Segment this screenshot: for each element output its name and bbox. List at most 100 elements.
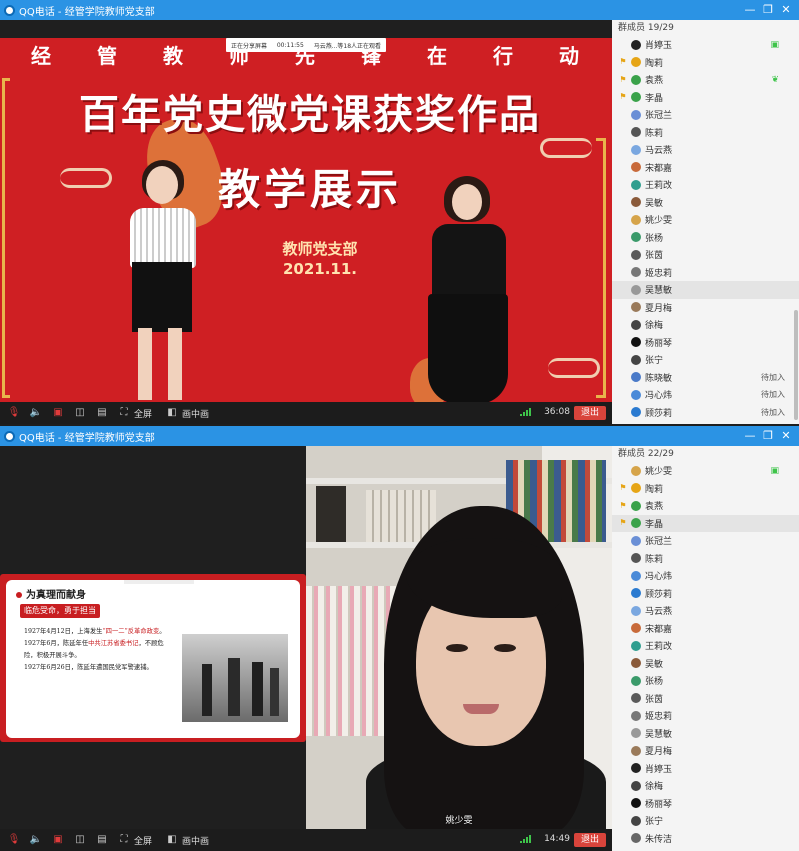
mic-muted-icon[interactable]: 🎙 bbox=[6, 406, 22, 420]
avatar bbox=[631, 500, 641, 511]
badge-spacer bbox=[618, 693, 628, 703]
member-row[interactable]: 陈莉 bbox=[612, 550, 799, 568]
member-row[interactable]: 杨丽琴 bbox=[612, 334, 799, 352]
member-row[interactable]: 顾莎莉 bbox=[612, 585, 799, 603]
member-row[interactable]: 宋都嘉 bbox=[612, 620, 799, 638]
avatar bbox=[631, 833, 641, 844]
pip-icon[interactable]: ◧ bbox=[164, 833, 180, 847]
avatar bbox=[631, 675, 641, 686]
member-row[interactable]: 冯心炜 bbox=[612, 567, 799, 585]
eye bbox=[446, 644, 468, 652]
member-row[interactable]: 姬忠莉 bbox=[612, 707, 799, 725]
member-name: 马云燕 bbox=[645, 607, 673, 618]
pip-button[interactable]: 画中画 bbox=[182, 834, 209, 847]
fullscreen-button[interactable]: 全屏 bbox=[134, 834, 152, 847]
camera-off-icon[interactable]: ▣ bbox=[50, 406, 66, 420]
exit-call-button[interactable]: 退出 bbox=[574, 406, 606, 420]
member-row[interactable]: 张冠兰 bbox=[612, 532, 799, 550]
screen-share-icon[interactable]: ◫ bbox=[72, 833, 88, 847]
member-row[interactable]: 王莉改 bbox=[612, 637, 799, 655]
member-list-scrollbar[interactable] bbox=[794, 310, 798, 420]
minimize-icon[interactable]: — bbox=[741, 2, 759, 18]
pip-button[interactable]: 画中画 bbox=[182, 407, 209, 420]
member-row[interactable]: 张宁 bbox=[612, 351, 799, 369]
member-name: 姬忠莉 bbox=[645, 712, 673, 723]
fullscreen-icon[interactable]: ⛶ bbox=[116, 406, 132, 420]
member-row[interactable]: 宋都嘉 bbox=[612, 159, 799, 177]
member-row[interactable]: 吴敏 bbox=[612, 194, 799, 212]
member-row[interactable]: 王莉改 bbox=[612, 176, 799, 194]
screen-share-icon[interactable]: ◫ bbox=[72, 406, 88, 420]
member-row[interactable]: 陈晓敏 待加入 bbox=[612, 369, 799, 387]
present-icon[interactable]: ▤ bbox=[94, 833, 110, 847]
member-row[interactable]: 冯心炜 待加入 bbox=[612, 386, 799, 404]
member-row[interactable]: 徐梅 bbox=[612, 316, 799, 334]
member-name: 夏月梅 bbox=[645, 303, 673, 314]
member-row[interactable]: 徐梅 bbox=[612, 777, 799, 795]
top-word: 经 bbox=[31, 44, 53, 68]
member-row[interactable]: 张冠兰 bbox=[612, 106, 799, 124]
member-row[interactable]: 吴慧敏 bbox=[612, 281, 799, 299]
member-row[interactable]: 马云燕 bbox=[612, 602, 799, 620]
avatar bbox=[631, 284, 641, 295]
badge-spacer bbox=[618, 658, 628, 668]
historical-photo bbox=[182, 634, 288, 722]
member-row[interactable]: ⚑ 袁燕 ❦ bbox=[612, 71, 799, 89]
speaker-icon[interactable]: 🔈 bbox=[28, 833, 44, 847]
slide-heading: 为真理而献身 bbox=[16, 586, 86, 601]
avatar bbox=[631, 728, 641, 739]
slide-line: 险，积极开展斗争。 bbox=[24, 652, 81, 659]
avatar bbox=[631, 354, 641, 365]
camera-off-icon[interactable]: ▣ bbox=[50, 833, 66, 847]
badge-spacer bbox=[618, 466, 628, 476]
avatar bbox=[631, 815, 641, 826]
member-row[interactable]: 马云燕 bbox=[612, 141, 799, 159]
member-row[interactable]: 张杨 bbox=[612, 229, 799, 247]
member-row[interactable]: 陈莉 bbox=[612, 124, 799, 142]
minimize-icon[interactable]: — bbox=[741, 428, 759, 444]
member-row[interactable]: 肖婷玉 ▣ bbox=[612, 36, 799, 54]
close-icon[interactable]: ✕ bbox=[777, 428, 795, 444]
member-row[interactable]: ⚑ 袁燕 bbox=[612, 497, 799, 515]
avatar bbox=[631, 337, 641, 348]
fullscreen-button[interactable]: 全屏 bbox=[134, 407, 152, 420]
admin-badge-icon: ⚑ bbox=[619, 500, 627, 510]
member-row[interactable]: 姬忠莉 bbox=[612, 264, 799, 282]
member-row[interactable]: 姚少雯 ▣ bbox=[612, 462, 799, 480]
member-name: 肖婷玉 bbox=[645, 764, 673, 775]
slide-line: 1927年6月26日，陈延年遭国民党军警逮捕。 bbox=[24, 664, 153, 671]
speaker-icon[interactable]: 🔈 bbox=[28, 406, 44, 420]
member-row[interactable]: 姚少雯 bbox=[612, 211, 799, 229]
badge-spacer bbox=[618, 40, 628, 50]
member-row[interactable]: ⚑ 李晶 bbox=[612, 514, 799, 532]
avatar bbox=[631, 319, 641, 330]
member-row[interactable]: 张杨 bbox=[612, 672, 799, 690]
top-word: 教 bbox=[163, 44, 185, 68]
avatar bbox=[631, 605, 641, 616]
member-row[interactable]: ⚑ 陶莉 bbox=[612, 480, 799, 498]
member-row[interactable]: 张宁 bbox=[612, 812, 799, 830]
member-name: 袁燕 bbox=[645, 502, 664, 513]
fullscreen-icon[interactable]: ⛶ bbox=[116, 833, 132, 847]
member-row[interactable]: 吴敏 bbox=[612, 655, 799, 673]
member-row[interactable]: 肖婷玉 bbox=[612, 760, 799, 778]
close-icon[interactable]: ✕ bbox=[777, 2, 795, 18]
member-row[interactable]: ⚑ 李晶 bbox=[612, 89, 799, 107]
member-row[interactable]: 张茵 bbox=[612, 246, 799, 264]
present-icon[interactable]: ▤ bbox=[94, 406, 110, 420]
exit-call-button[interactable]: 退出 bbox=[574, 833, 606, 847]
member-name: 陈莉 bbox=[645, 554, 664, 565]
pip-icon[interactable]: ◧ bbox=[164, 406, 180, 420]
maximize-icon[interactable]: ❐ bbox=[759, 2, 777, 18]
member-row[interactable]: 杨丽琴 bbox=[612, 795, 799, 813]
mic-muted-icon[interactable]: 🎙 bbox=[6, 833, 22, 847]
member-row[interactable]: 夏月梅 bbox=[612, 299, 799, 317]
member-row[interactable]: ⚑ 陶莉 bbox=[612, 54, 799, 72]
member-row[interactable]: 张茵 bbox=[612, 690, 799, 708]
member-row[interactable]: 吴慧敏 bbox=[612, 725, 799, 743]
maximize-icon[interactable]: ❐ bbox=[759, 428, 777, 444]
member-row[interactable]: 夏月梅 bbox=[612, 742, 799, 760]
member-row[interactable]: 朱传洁 bbox=[612, 830, 799, 848]
member-name: 李晶 bbox=[645, 93, 664, 104]
member-row[interactable]: 顾莎莉 待加入 bbox=[612, 404, 799, 422]
